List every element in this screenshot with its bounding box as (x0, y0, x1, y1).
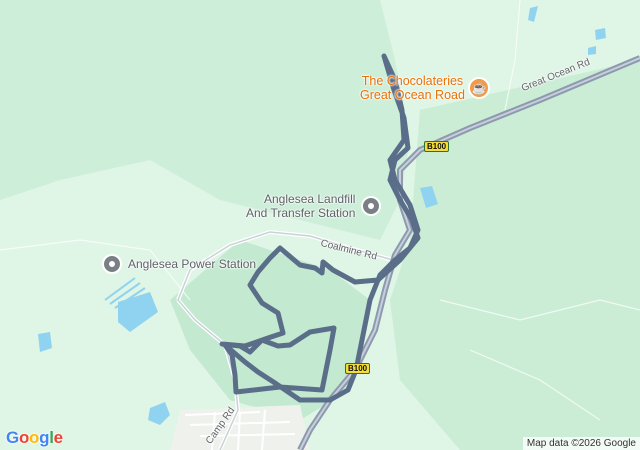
logo-letter: o (29, 428, 40, 447)
logo-letter: e (53, 428, 63, 447)
map-canvas[interactable]: The Chocolateries Great Ocean Road ☕ Ang… (0, 0, 640, 450)
cafe-poi[interactable]: The Chocolateries Great Ocean Road ☕ (360, 74, 490, 102)
route-shield-b100: B100 (424, 141, 450, 152)
place-pin-icon[interactable] (102, 254, 122, 274)
place-pin-icon[interactable] (361, 196, 382, 216)
route-shield-b100: B100 (345, 363, 371, 374)
cafe-name-line1: The Chocolateries (361, 74, 464, 88)
map-attribution[interactable]: Map data ©2026 Google (522, 437, 640, 450)
logo-letter: G (6, 428, 19, 447)
water-body (595, 28, 606, 40)
power-station-label[interactable]: Anglesea Power Station (128, 257, 256, 271)
power-station-poi[interactable]: Anglesea Power Station (102, 254, 256, 274)
landfill-poi[interactable]: Anglesea Landfill And Transfer Station (246, 192, 382, 220)
water-body (148, 402, 170, 425)
map-layer (0, 0, 640, 450)
logo-letter: g (39, 428, 50, 447)
coffee-cup-icon[interactable]: ☕ (467, 77, 490, 99)
water-body (528, 6, 538, 22)
water-body (38, 332, 52, 352)
logo-letter: o (18, 428, 30, 447)
google-logo[interactable]: Google (6, 428, 63, 448)
forest-area (390, 60, 640, 450)
water-body (588, 46, 596, 55)
landfill-name-line2: And Transfer Station (246, 206, 356, 220)
landfill-label[interactable]: Anglesea Landfill And Transfer Station (246, 192, 355, 220)
landfill-name-line1: Anglesea Landfill (264, 192, 356, 206)
water-body (118, 292, 158, 332)
cafe-label[interactable]: The Chocolateries Great Ocean Road (360, 74, 465, 102)
cafe-name-line2: Great Ocean Road (360, 88, 465, 102)
